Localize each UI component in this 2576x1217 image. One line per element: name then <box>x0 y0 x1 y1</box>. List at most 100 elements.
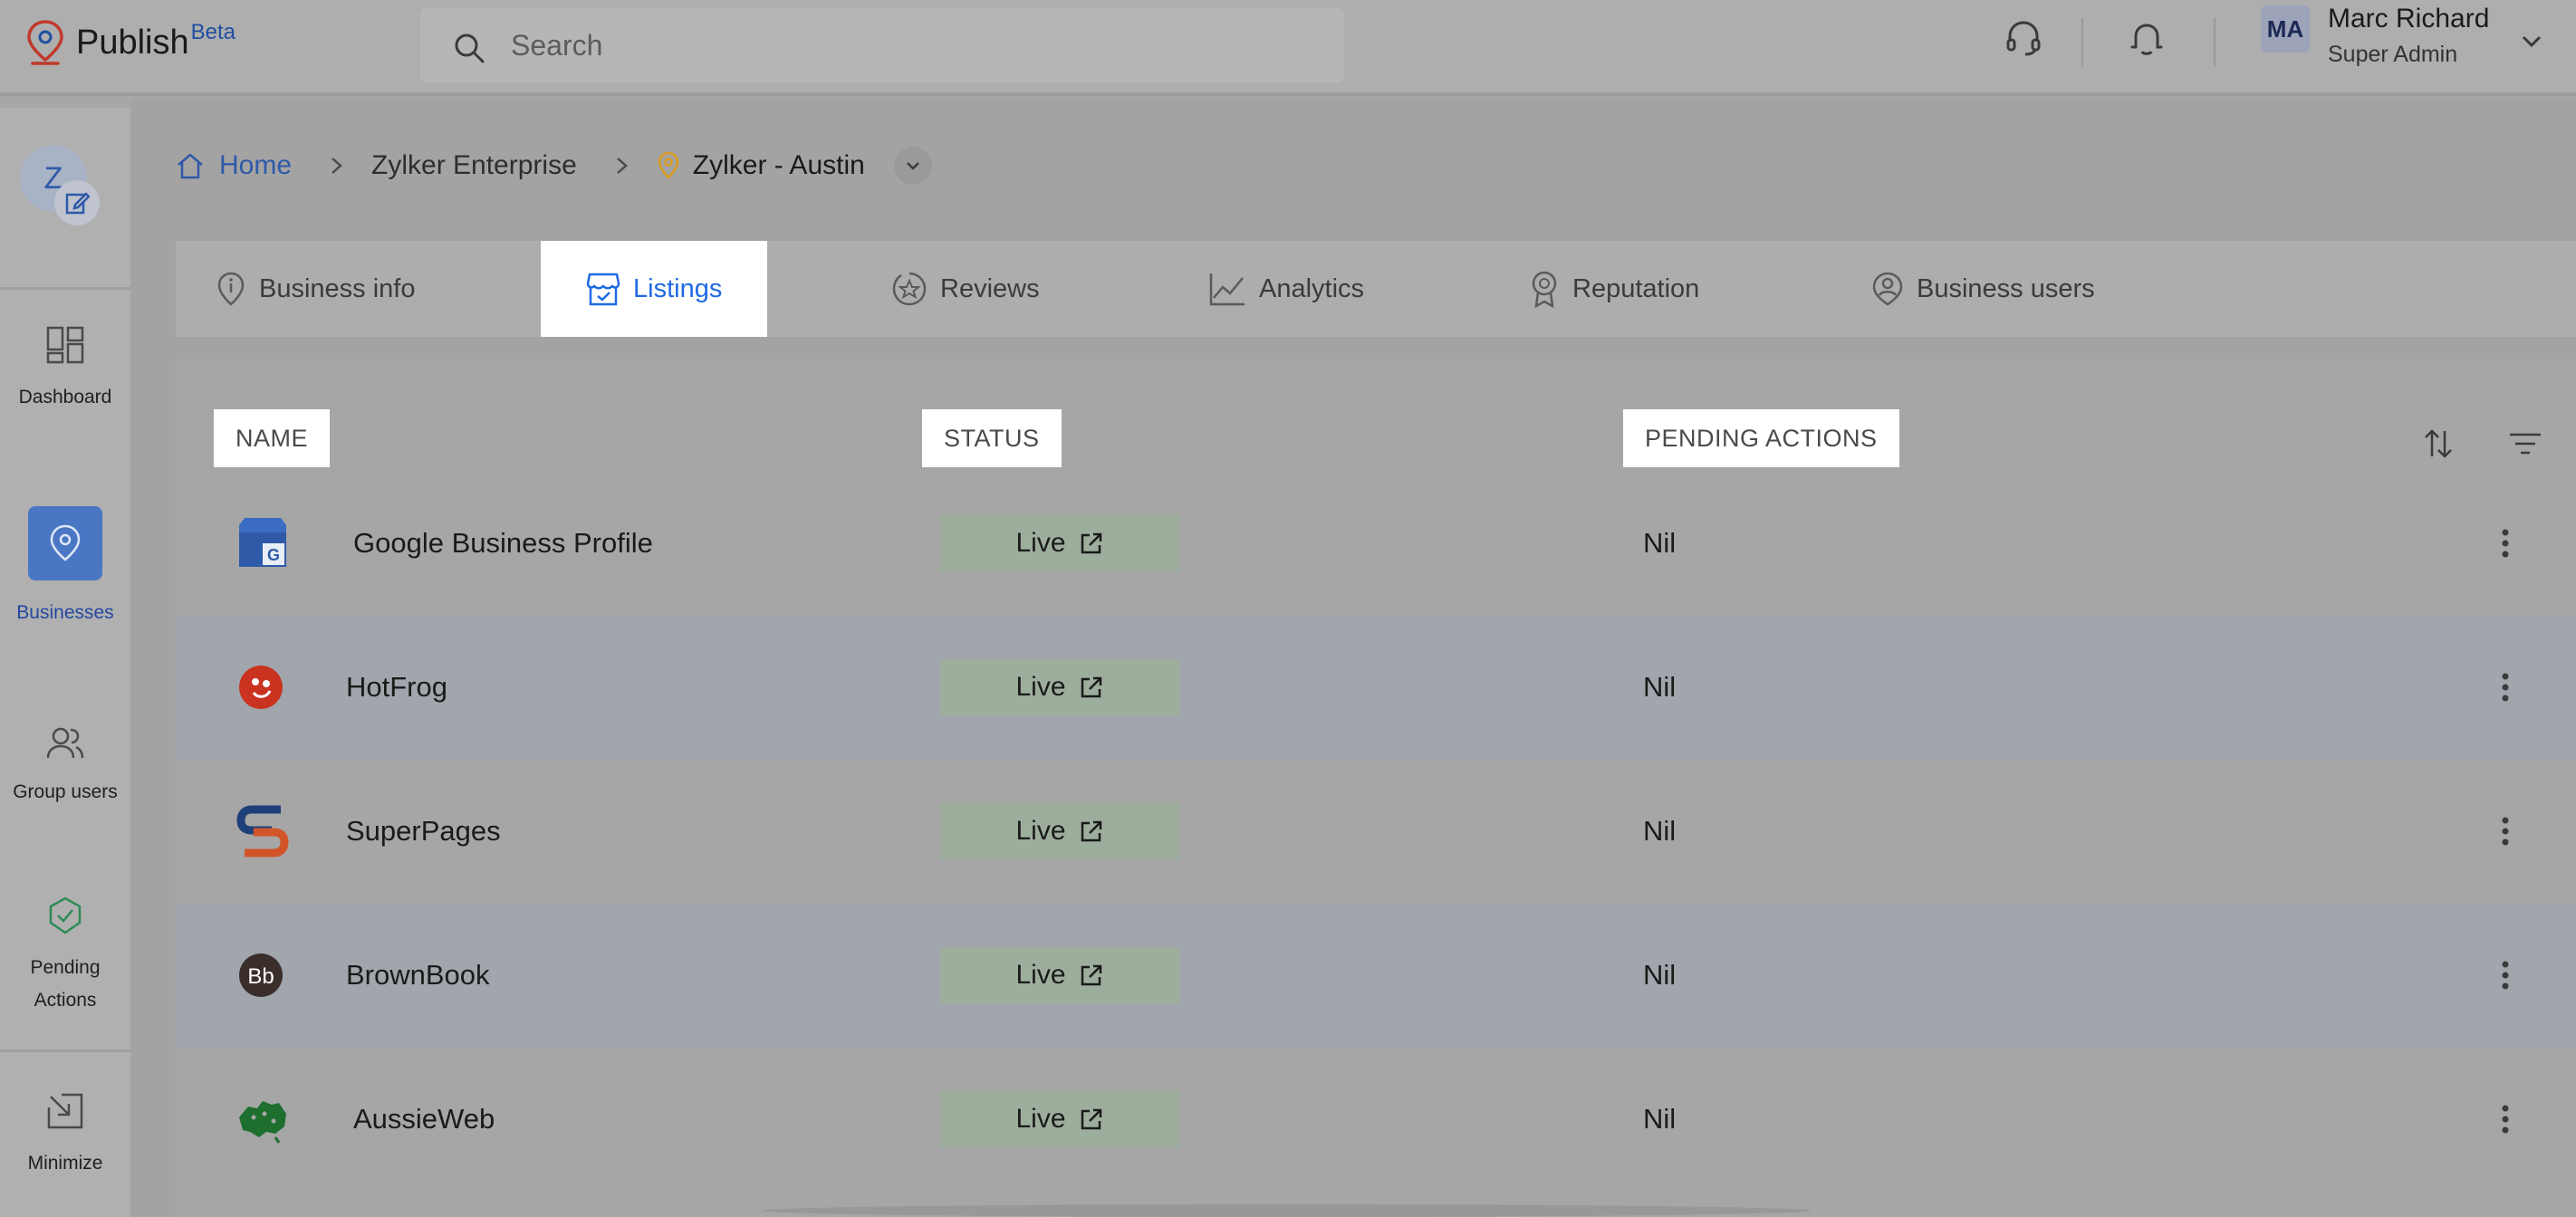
sidebar-item-pending-actions[interactable]: Pending Actions <box>0 896 130 1017</box>
store-icon <box>586 273 620 306</box>
table-row[interactable]: Bb BrownBook Live Nil <box>176 903 2576 1047</box>
sort-icon[interactable] <box>2420 426 2456 462</box>
tab-listings[interactable]: Listings <box>541 241 768 337</box>
external-link-icon <box>1081 820 1101 841</box>
live-status-button[interactable]: Live <box>940 946 1179 1003</box>
edit-avatar-button[interactable] <box>54 180 100 225</box>
sidebar-item-label: Group users <box>13 781 118 802</box>
external-link-icon <box>1081 676 1101 697</box>
publish-logo-icon <box>27 20 63 65</box>
sidebar: Z Dashboard Businesses Group users Pendi… <box>0 108 130 1217</box>
superpages-logo-icon <box>236 805 289 857</box>
column-header-pending-actions[interactable]: PENDING ACTIONS <box>1623 409 1899 467</box>
tab-label: Analytics <box>1259 273 1365 303</box>
tab-label: Listings <box>633 273 723 303</box>
more-options-icon[interactable] <box>2496 957 2514 993</box>
sidebar-item-label: Minimize <box>27 1153 103 1174</box>
brownbook-logo-icon: Bb <box>239 953 283 997</box>
chevron-down-icon <box>906 162 919 170</box>
tab-label: Business users <box>1917 273 2095 303</box>
live-status-button[interactable]: Live <box>940 802 1179 859</box>
pending-actions-value: Nil <box>1643 526 1677 559</box>
sidebar-item-dashboard[interactable]: Dashboard <box>0 325 130 414</box>
column-header-name[interactable]: NAME <box>214 409 331 467</box>
chevron-down-icon[interactable] <box>2518 27 2545 54</box>
more-options-icon[interactable] <box>2496 1101 2514 1137</box>
tab-bar: Business info Listings Reviews Analytics <box>176 241 2576 337</box>
more-options-icon[interactable] <box>2496 669 2514 705</box>
status-label: Live <box>1015 959 1066 990</box>
search-input[interactable] <box>511 24 1308 66</box>
breadcrumb-home-label: Home <box>219 150 293 180</box>
topbar-divider <box>2214 18 2216 67</box>
aussieweb-logo-icon <box>239 1100 286 1144</box>
more-options-icon[interactable] <box>2496 525 2514 561</box>
location-dropdown-button[interactable] <box>893 147 932 185</box>
google-business-logo-icon: G <box>239 517 286 567</box>
home-icon <box>178 153 203 179</box>
status-label: Live <box>1015 527 1066 558</box>
svg-text:G: G <box>267 546 280 564</box>
headset-icon[interactable] <box>2004 18 2043 58</box>
sidebar-item-label: Pending Actions <box>30 957 101 1011</box>
scroll-shadow <box>761 1204 1812 1217</box>
breadcrumb-location-label: Zylker - Austin <box>692 150 865 180</box>
tab-analytics[interactable]: Analytics <box>1208 241 1364 337</box>
app-logo[interactable]: Publish Beta <box>25 18 235 69</box>
status-label: Live <box>1015 1103 1066 1134</box>
breadcrumb-home[interactable]: Home <box>176 150 292 181</box>
external-link-icon <box>1081 532 1101 553</box>
sidebar-divider <box>0 287 130 290</box>
analytics-icon <box>1209 273 1245 306</box>
external-link-icon <box>1081 1108 1101 1129</box>
column-header-status[interactable]: STATUS <box>922 409 1062 467</box>
table-row[interactable]: G Google Business Profile Live Nil <box>176 471 2576 615</box>
search-box[interactable] <box>420 8 1344 82</box>
beta-badge: Beta <box>190 20 236 44</box>
sidebar-item-group-users[interactable]: Group users <box>0 723 130 809</box>
table-row[interactable]: HotFrog Live Nil <box>176 615 2576 759</box>
sidebar-item-businesses[interactable]: Businesses <box>0 506 130 629</box>
pending-actions-value: Nil <box>1643 958 1677 991</box>
sidebar-divider <box>0 1049 130 1052</box>
live-status-button[interactable]: Live <box>940 1090 1179 1147</box>
table-row[interactable]: SuperPages Live Nil <box>176 759 2576 903</box>
sidebar-item-minimize[interactable]: Minimize <box>0 1091 130 1180</box>
live-status-button[interactable]: Live <box>940 514 1179 571</box>
sidebar-item-label: Businesses <box>16 602 114 623</box>
listing-name: BrownBook <box>346 958 490 991</box>
listing-name: SuperPages <box>346 814 501 847</box>
active-indicator <box>28 506 102 580</box>
breadcrumb-org[interactable]: Zylker Enterprise <box>371 150 577 181</box>
filter-icon[interactable] <box>2507 426 2543 462</box>
user-role: Super Admin <box>2328 42 2458 67</box>
minimize-icon <box>47 1093 83 1129</box>
tab-reviews[interactable]: Reviews <box>891 241 1040 337</box>
table-row[interactable]: AussieWeb Live Nil <box>176 1047 2576 1191</box>
more-options-icon[interactable] <box>2496 813 2514 849</box>
search-icon <box>455 34 485 63</box>
users-icon <box>46 727 84 759</box>
shield-check-icon <box>49 896 82 934</box>
user-avatar[interactable]: MA <box>2261 5 2310 53</box>
edit-icon <box>65 192 90 215</box>
tab-business-info[interactable]: Business info <box>216 241 416 337</box>
live-status-button[interactable]: Live <box>940 658 1179 715</box>
main-content: Home Zylker Enterprise Zylker - Austin B… <box>130 100 2576 1217</box>
tab-business-users[interactable]: Business users <box>1871 241 2095 337</box>
top-bar: Publish Beta MA Marc Richard Super Admin <box>0 0 2576 96</box>
user-pin-icon <box>1872 272 1903 306</box>
tab-reputation[interactable]: Reputation <box>1529 241 1699 337</box>
location-pin-icon <box>658 151 679 179</box>
pending-actions-value: Nil <box>1643 1102 1677 1135</box>
listing-name: AussieWeb <box>353 1102 495 1135</box>
svg-text:Bb: Bb <box>247 964 274 989</box>
location-pin-icon <box>50 524 81 561</box>
sidebar-item-label: Dashboard <box>18 387 112 407</box>
breadcrumb-location: Zylker - Austin <box>657 150 865 181</box>
star-badge-icon <box>892 272 927 306</box>
bell-icon[interactable] <box>2127 18 2167 58</box>
user-name[interactable]: Marc Richard <box>2328 4 2489 34</box>
listing-name: Google Business Profile <box>353 526 653 559</box>
pending-actions-value: Nil <box>1643 670 1677 703</box>
